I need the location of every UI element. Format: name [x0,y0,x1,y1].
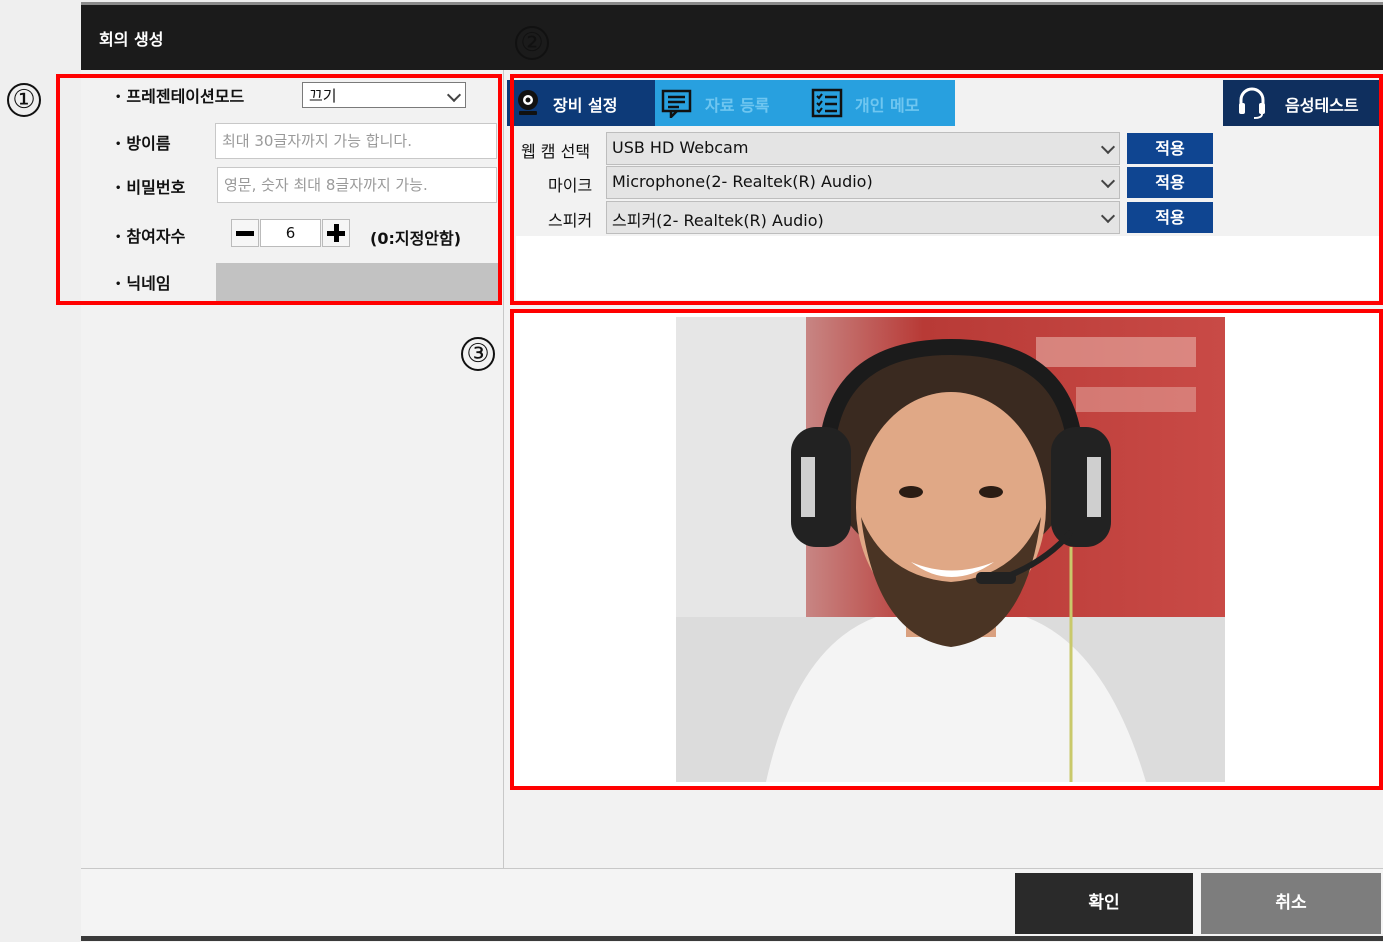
window-title: 회의 생성 [99,30,164,49]
annotation-number-3: ③ [461,337,495,371]
confirm-button[interactable]: 확인 [1015,873,1193,934]
title-bar: 회의 생성 [81,2,1383,70]
annotation-box-1 [56,74,502,305]
bottom-border [81,936,1383,941]
annotation-number-2: ② [515,26,549,60]
annotation-box-3 [510,309,1383,790]
cancel-button[interactable]: 취소 [1201,873,1381,934]
annotation-box-2 [510,74,1383,305]
annotation-number-1: ① [7,83,41,117]
